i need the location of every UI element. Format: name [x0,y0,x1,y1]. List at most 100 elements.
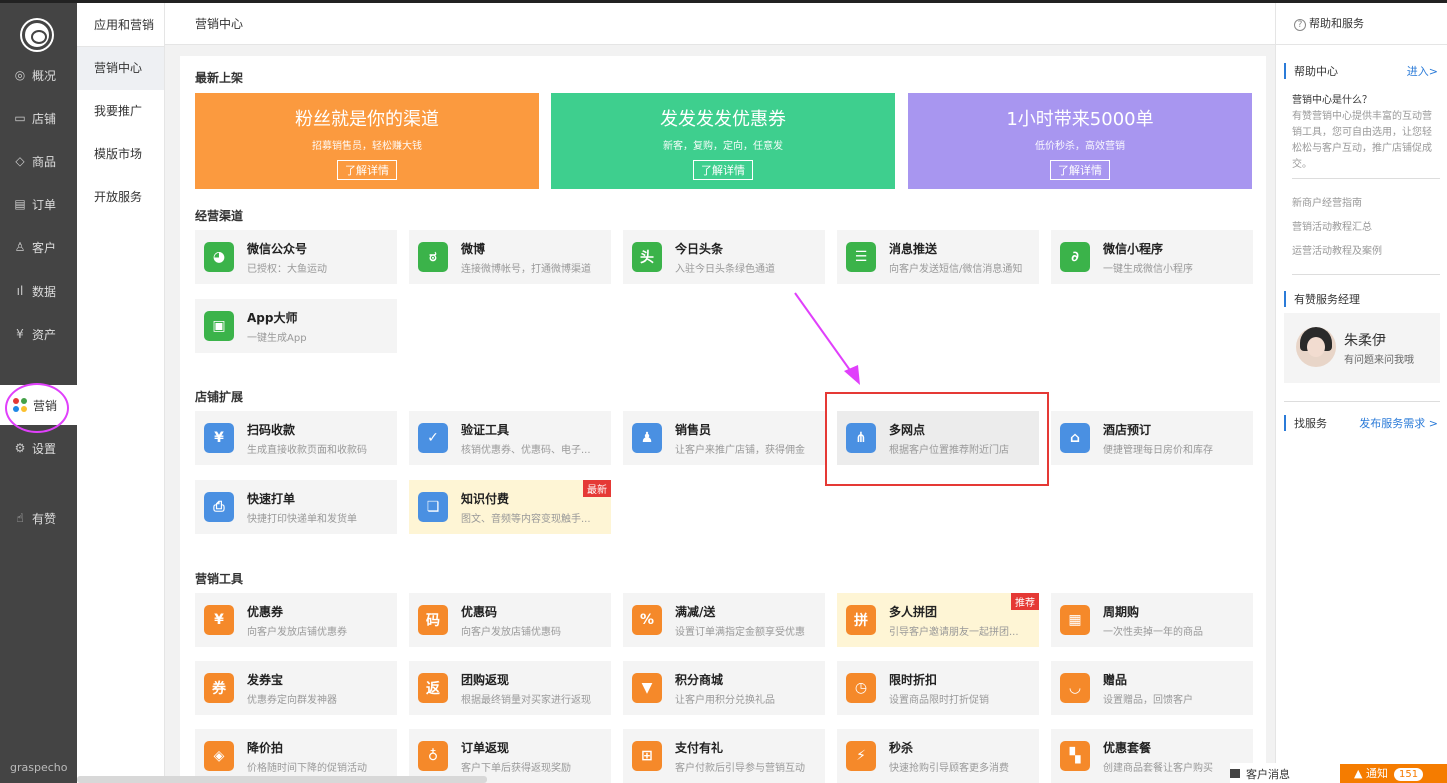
divider [1284,401,1440,402]
app-card-miniprogram[interactable]: ∂ 微信小程序 一键生成微信小程序 [1051,230,1253,284]
card-desc: 生成直接收款页面和收款码 [247,444,367,456]
help-center-enter-link[interactable]: 进入> [1407,63,1438,79]
manager-section-title: 有赞服务经理 [1284,291,1360,307]
subnav-item-marketing-center[interactable]: 营销中心 [77,47,164,90]
service-manager-card[interactable]: 朱柔伊 有问题来问我哦 [1284,313,1440,383]
gift-bag-icon: ◡ [1060,673,1090,703]
app-card-hotel[interactable]: ⌂ 酒店预订 便捷管理每日房价和库存 [1051,411,1253,465]
card-desc: 核销优惠券、优惠码、电子... [461,444,591,456]
app-card-message[interactable]: ☰ 消息推送 向客户发送短信/微信消息通知 [837,230,1039,284]
promo-banner[interactable]: 1小时带来5000单 低价秒杀，高效营销 了解详情 [908,93,1252,189]
nav-item-2[interactable]: ◇ 商品 [0,141,77,181]
banner-subtitle: 新客，复购，定向，任意发 [663,141,783,152]
app-card-gift[interactable]: ⊞ 支付有礼 客户付款后引导参与营销互动 [623,729,825,783]
app-card-scan-pay[interactable]: ¥ 扫码收款 生成直接收款页面和收款码 [195,411,397,465]
app-card-code[interactable]: 码优惠码 向客户发放店铺优惠码 [409,593,611,647]
horizontal-scrollbar[interactable] [77,776,487,783]
app-card-shield-check[interactable]: ✓ 验证工具 核销优惠券、优惠码、电子... [409,411,611,465]
sub-nav: 应用和营销 营销中心 我要推广 模版市场 开放服务 [77,3,165,783]
subnav-item-promote[interactable]: 我要推广 [77,90,164,133]
help-link-guide[interactable]: 新商户经营指南 [1292,196,1440,212]
app-card-wechat[interactable]: ◕ 微信公众号 已授权：大鱼运动 [195,230,397,284]
app-card-clock[interactable]: ◷ 限时折扣 设置商品限时打折促销 [837,661,1039,715]
card-name: 团购返现 [461,672,510,687]
nav-item-label: 资产 [32,327,57,342]
subnav-item-template-market[interactable]: 模版市场 [77,133,164,176]
banner-title: 1小时带来5000单 [1006,109,1154,130]
nav-item-5[interactable]: ıl 数据 [0,271,77,311]
card-desc: 优惠券定向群发神器 [247,694,337,706]
app-card-toutiao[interactable]: 头今日头条 入驻今日头条绿色通道 [623,230,825,284]
promo-banner[interactable]: 发发发发优惠券 新客，复购，定向，任意发 了解详情 [551,93,895,189]
app-card-price-drop[interactable]: ◈ 降价拍 价格随时间下降的促销活动 [195,729,397,783]
nav-item-label: 商品 [32,154,57,169]
app-card-cashback[interactable]: 返团购返现 根据最终销量对买家进行返现 [409,661,611,715]
nav-item-4[interactable]: ♙ 客户 [0,227,77,267]
app-card-money-bag[interactable]: ♁ 订单返现 客户下单后获得返现奖励 [409,729,611,783]
nav-item-1[interactable]: ▭ 店铺 [0,98,77,138]
subnav-item-open-service[interactable]: 开放服务 [77,176,164,219]
app-card-package[interactable]: ▚ 优惠套餐 创建商品套餐让客户购买 [1051,729,1253,783]
help-link-cases[interactable]: 运营活动教程及案例 [1292,244,1440,275]
nav-item-3[interactable]: ▤ 订单 [0,184,77,224]
help-question[interactable]: 营销中心是什么？ [1292,93,1440,109]
card-name: 消息推送 [889,241,938,256]
section-latest-title: 最新上架 [195,71,244,85]
app-card-flash[interactable]: ⚡ 秒杀 快速抢购引导顾客更多消费 [837,729,1039,783]
app-card-points[interactable]: ▼ 积分商城 让客户用积分兑换礼品 [623,661,825,715]
card-name: 快速打单 [247,491,296,506]
app-card-book[interactable]: ❏ 知识付费 图文、音频等内容变现触手... 最新 [409,480,611,534]
banner-detail-button[interactable]: 了解详情 [337,160,397,180]
banner-detail-button[interactable]: 了解详情 [693,160,753,180]
card-name: 多人拼团 [889,604,938,619]
help-link-tutorials[interactable]: 营销活动教程汇总 [1292,220,1440,236]
nav-item-label: 有赞 [32,511,57,526]
card-desc: 一键生成微信小程序 [1103,263,1193,275]
card-name: 赠品 [1103,672,1128,687]
app-card-calendar[interactable]: ▦ 周期购 一次性卖掉一年的商品 [1051,593,1253,647]
app-card-gift-bag[interactable]: ◡ 赠品 设置赠品，回馈客户 [1051,661,1253,715]
help-panel-header: ? 帮助和服务 [1276,3,1447,45]
section-tools-title: 营销工具 [195,572,244,586]
nav-item-9[interactable]: ☝ 有赞 [0,498,77,538]
app-card-salesman[interactable]: ♟ 销售员 让客户来推广店铺，获得佣金 [623,411,825,465]
banner-detail-button[interactable]: 了解详情 [1050,160,1110,180]
chat-icon [1230,769,1240,778]
app-card-app[interactable]: ▣ App大师 一键生成App [195,299,397,353]
nav-item-label: 数据 [32,284,57,299]
nav-item-0[interactable]: ◎ 概况 [0,55,77,95]
highlight-box [825,392,1049,486]
app-card-discount[interactable]: % 满减/送 设置订单满指定金额享受优惠 [623,593,825,647]
flash-icon: ⚡ [846,741,876,771]
code-icon: 码 [418,605,448,635]
bar-chart-icon: ıl [16,284,24,298]
card-desc: 向客户发放店铺优惠码 [461,626,561,638]
logo-icon[interactable] [22,20,52,50]
app-card-coupon[interactable]: ¥ 优惠券 向客户发放店铺优惠券 [195,593,397,647]
notification-button[interactable]: ▲ 通知 151 [1340,764,1447,783]
customer-message-button[interactable]: 客户消息 [1230,766,1290,782]
promo-banner[interactable]: 粉丝就是你的渠道 招募销售员，轻松赚大钱 了解详情 [195,93,539,189]
app-card-printer[interactable]: ⎙ 快速打单 快捷打印快递单和发货单 [195,480,397,534]
card-name: 满减/送 [675,604,716,619]
card-desc: 价格随时间下降的促销活动 [247,762,367,774]
card-desc: 客户下单后获得返现奖励 [461,762,571,774]
card-desc: 设置订单满指定金额享受优惠 [675,626,805,638]
nav-item-6[interactable]: ¥ 资产 [0,314,77,354]
section-channels-title: 经营渠道 [195,209,244,223]
card-name: 知识付费 [461,491,510,506]
nav-item-8[interactable]: ⚙ 设置 [0,428,77,468]
app-card-weibo[interactable]: ಠ 微博 连接微博帐号，打通微博渠道 [409,230,611,284]
card-name: 微信小程序 [1103,241,1164,256]
nav-footer-text: graspecho [10,761,68,774]
card-name: 酒店预订 [1103,422,1152,437]
app-icon: ▣ [204,311,234,341]
post-demand-link[interactable]: 发布服务需求 > [1359,415,1438,431]
card-name: 积分商城 [675,672,724,687]
card-name: App大师 [247,310,298,325]
card-desc: 快捷打印快递单和发货单 [247,513,357,525]
toutiao-icon: 头 [632,242,662,272]
app-card-coupon-send[interactable]: 券发券宝 优惠券定向群发神器 [195,661,397,715]
help-panel: ? 帮助和服务 帮助中心 进入> 营销中心是什么？ 有赞营销中心提供丰富的互动营销… [1275,3,1447,783]
app-card-group-buy[interactable]: 拼多人拼团 引导客户邀请朋友一起拼团... 推荐 [837,593,1039,647]
